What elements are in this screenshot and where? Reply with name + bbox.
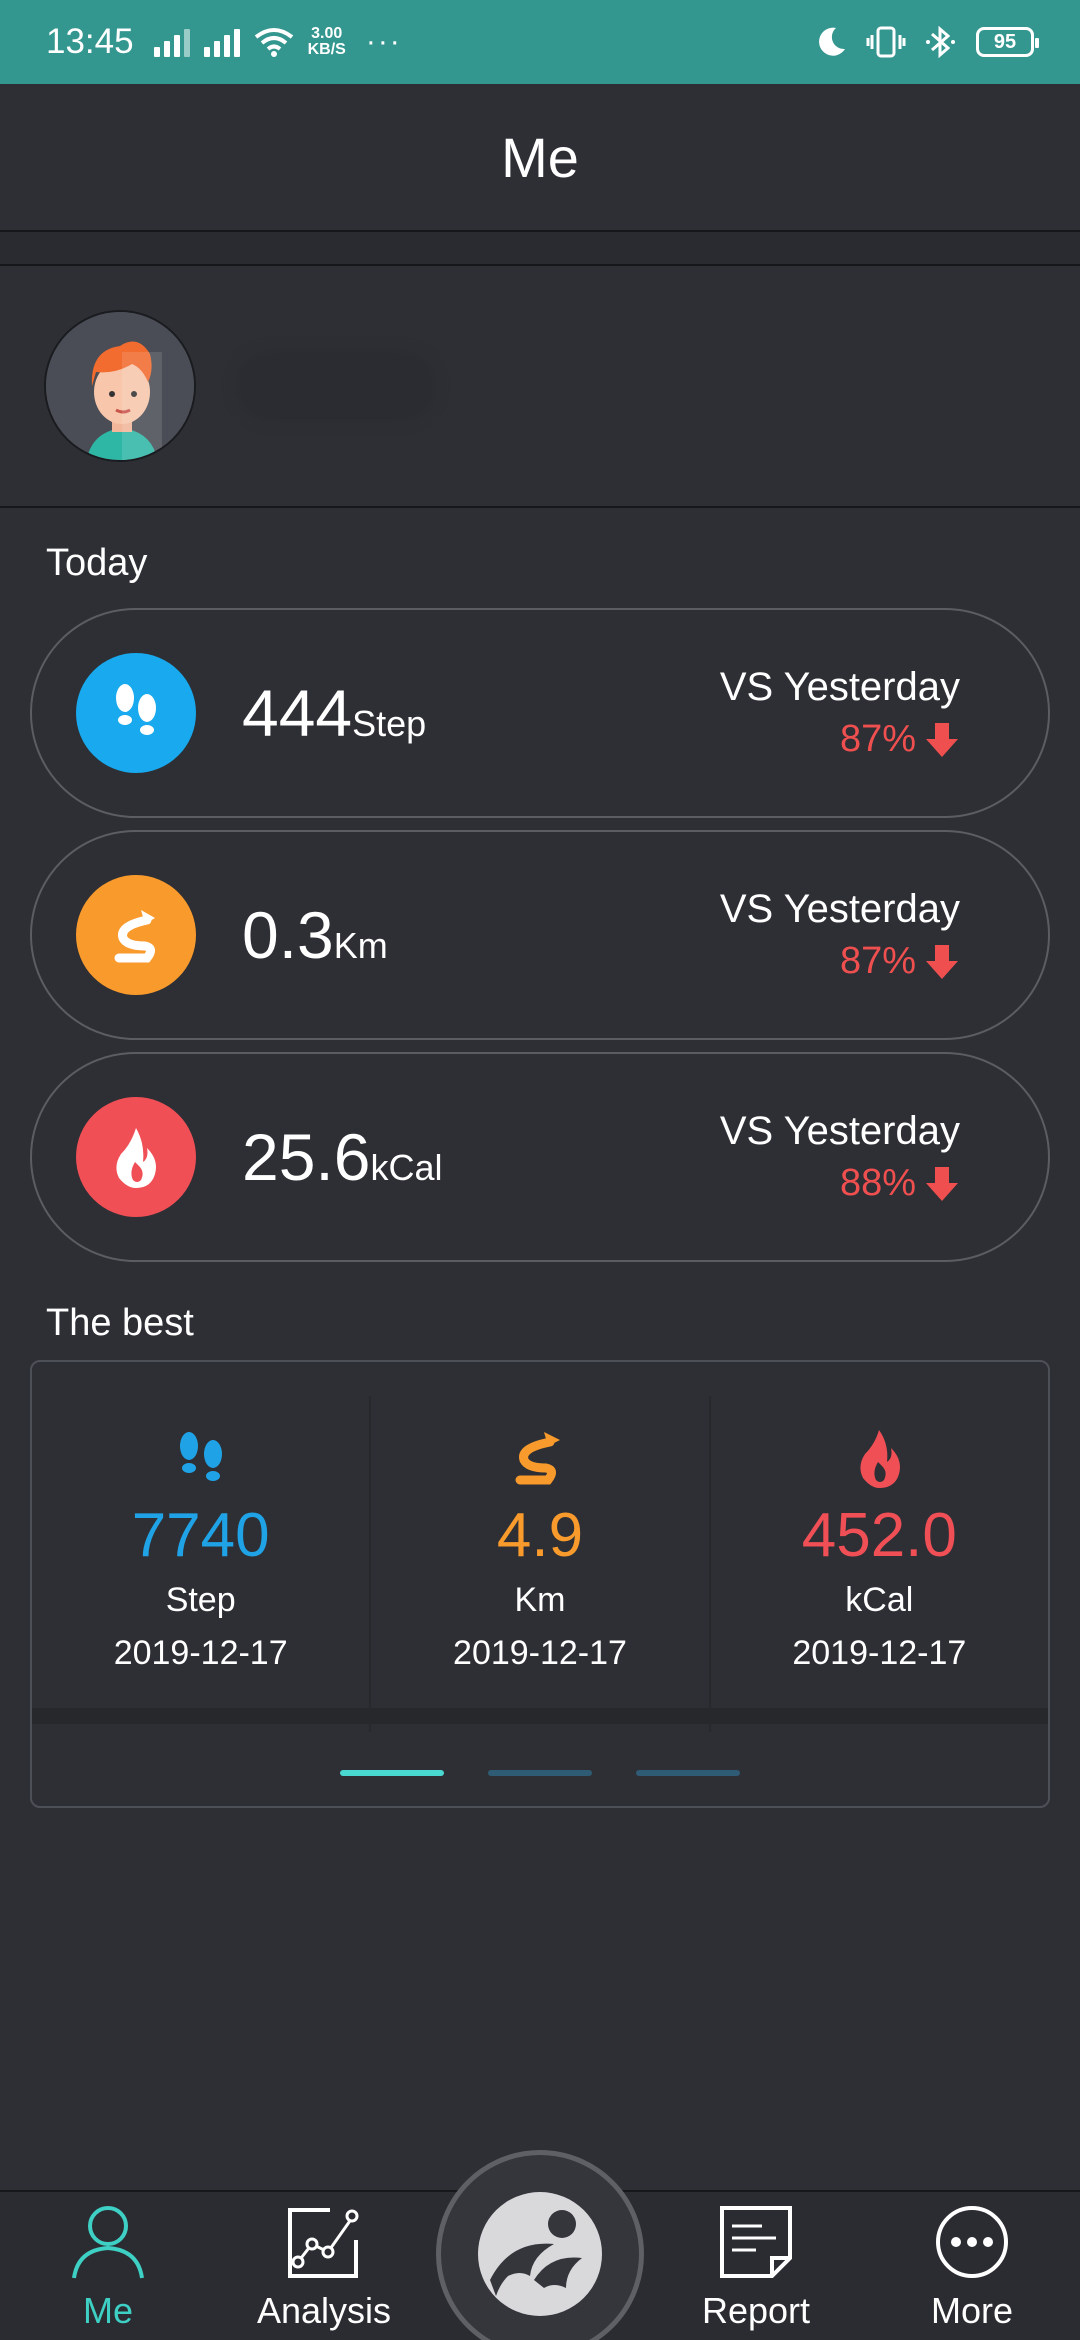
steps-change-percent: 87% <box>839 718 916 760</box>
network-speed-value: 3.00 <box>311 25 343 42</box>
best-distance-date: 2019-12-17 <box>453 1634 627 1672</box>
vibrate-icon <box>866 26 906 58</box>
moon-icon <box>819 27 845 56</box>
bluetooth-icon <box>926 25 955 59</box>
best-calories-value: 452.0 <box>801 1501 957 1570</box>
signal-icon <box>153 27 190 57</box>
profile-name-blurred <box>236 351 436 421</box>
best-calories-unit: kCal <box>845 1581 914 1619</box>
today-calories-card[interactable]: 25.6kCal VS Yesterday 88% <box>30 1052 1050 1262</box>
vs-yesterday-label: VS Yesterday <box>719 887 960 931</box>
carousel-pager[interactable] <box>32 1770 1048 1776</box>
status-time: 13:45 <box>46 22 134 61</box>
pager-dot-3[interactable] <box>636 1770 740 1776</box>
footprints-icon <box>179 1432 222 1481</box>
best-distance-value: 4.9 <box>496 1501 584 1570</box>
nav-more-label: More <box>930 2290 1014 2331</box>
calories-compare: VS Yesterday 88% <box>720 1109 960 1205</box>
best-records-carousel[interactable]: 7740 Step 2019-12-17 4.9 Km 2019-12-17 4… <box>30 1360 1050 1808</box>
calories-unit: kCal <box>370 1147 443 1188</box>
battery-icon: 95 <box>976 27 1039 57</box>
distance-value: 0.3Km <box>242 897 388 973</box>
flame-icon <box>76 1097 196 1217</box>
steps-value: 444Step <box>242 675 426 751</box>
calories-change-percent: 88% <box>839 1162 916 1204</box>
header-divider <box>0 232 1080 266</box>
calories-number: 25.6 <box>242 1120 371 1194</box>
signal-icon <box>203 27 240 57</box>
best-steps: 7740 Step 2019-12-17 <box>32 1396 369 1732</box>
nav-me-label: Me <box>82 2290 133 2331</box>
nav-report-label: Report <box>701 2290 811 2331</box>
arrow-down-icon <box>926 722 958 757</box>
person-icon <box>72 2206 144 2279</box>
nav-me[interactable]: Me <box>8 2192 208 2340</box>
calories-change: 88% <box>720 1162 960 1205</box>
app-header: Me <box>0 84 1080 232</box>
nav-more[interactable]: More <box>872 2192 1072 2340</box>
status-bar: 13:45 3.00 KB/S ··· 95 <box>0 0 1080 84</box>
network-speed: 3.00 KB/S <box>308 26 346 58</box>
more-notifications-icon: ··· <box>365 25 402 58</box>
vs-yesterday-label: VS Yesterday <box>719 1109 960 1153</box>
best-calories-date: 2019-12-17 <box>792 1634 967 1672</box>
best-steps-value: 7740 <box>131 1501 270 1570</box>
wifi-icon <box>254 28 293 57</box>
distance-number: 0.3 <box>242 898 334 972</box>
start-workout-button[interactable] <box>436 2150 644 2340</box>
distance-change-percent: 87% <box>839 940 916 982</box>
pager-dot-2[interactable] <box>488 1770 592 1776</box>
best-heading: The best <box>46 1302 194 1344</box>
flame-icon <box>860 1430 901 1488</box>
avatar-illustration <box>46 312 194 460</box>
profile-section[interactable] <box>0 266 1080 508</box>
distance-compare: VS Yesterday 87% <box>720 887 960 983</box>
avatar[interactable] <box>44 310 196 462</box>
steps-unit: Step <box>352 703 427 744</box>
steps-compare: VS Yesterday 87% <box>720 665 960 761</box>
best-distance: 4.9 Km 2019-12-17 <box>369 1396 708 1732</box>
arrow-down-icon <box>926 1166 958 1201</box>
best-calories: 452.0 kCal 2019-12-17 <box>708 1396 1048 1732</box>
route-icon <box>76 875 196 995</box>
today-steps-card[interactable]: 444Step VS Yesterday 87% <box>30 608 1050 818</box>
more-dots-icon <box>936 2206 1008 2278</box>
report-icon <box>720 2206 792 2278</box>
today-heading: Today <box>46 542 148 584</box>
network-speed-unit: KB/S <box>307 41 346 58</box>
route-icon <box>515 1432 560 1485</box>
runner-logo-icon <box>478 2192 602 2316</box>
nav-analysis-label: Analysis <box>256 2290 392 2331</box>
app-root: 13:45 3.00 KB/S ··· 95 Me Today 444Step … <box>0 0 1080 2340</box>
best-distance-unit: Km <box>514 1581 566 1619</box>
arrow-down-icon <box>926 944 958 979</box>
analysis-chart-icon <box>288 2208 359 2278</box>
pager-dot-1[interactable] <box>340 1770 444 1776</box>
nav-report[interactable]: Report <box>656 2192 856 2340</box>
page-title: Me <box>501 125 579 189</box>
battery-level: 95 <box>993 30 1017 53</box>
carousel-strip <box>32 1708 1048 1724</box>
distance-change: 87% <box>720 940 960 983</box>
vs-yesterday-label: VS Yesterday <box>719 665 960 709</box>
distance-unit: Km <box>333 925 388 966</box>
best-steps-date: 2019-12-17 <box>113 1634 288 1672</box>
today-distance-card[interactable]: 0.3Km VS Yesterday 87% <box>30 830 1050 1040</box>
footprints-icon <box>76 653 196 773</box>
calories-value: 25.6kCal <box>242 1119 443 1195</box>
nav-analysis[interactable]: Analysis <box>224 2192 424 2340</box>
steps-change: 87% <box>720 718 960 761</box>
steps-number: 444 <box>242 676 353 750</box>
best-steps-unit: Step <box>165 1581 236 1619</box>
